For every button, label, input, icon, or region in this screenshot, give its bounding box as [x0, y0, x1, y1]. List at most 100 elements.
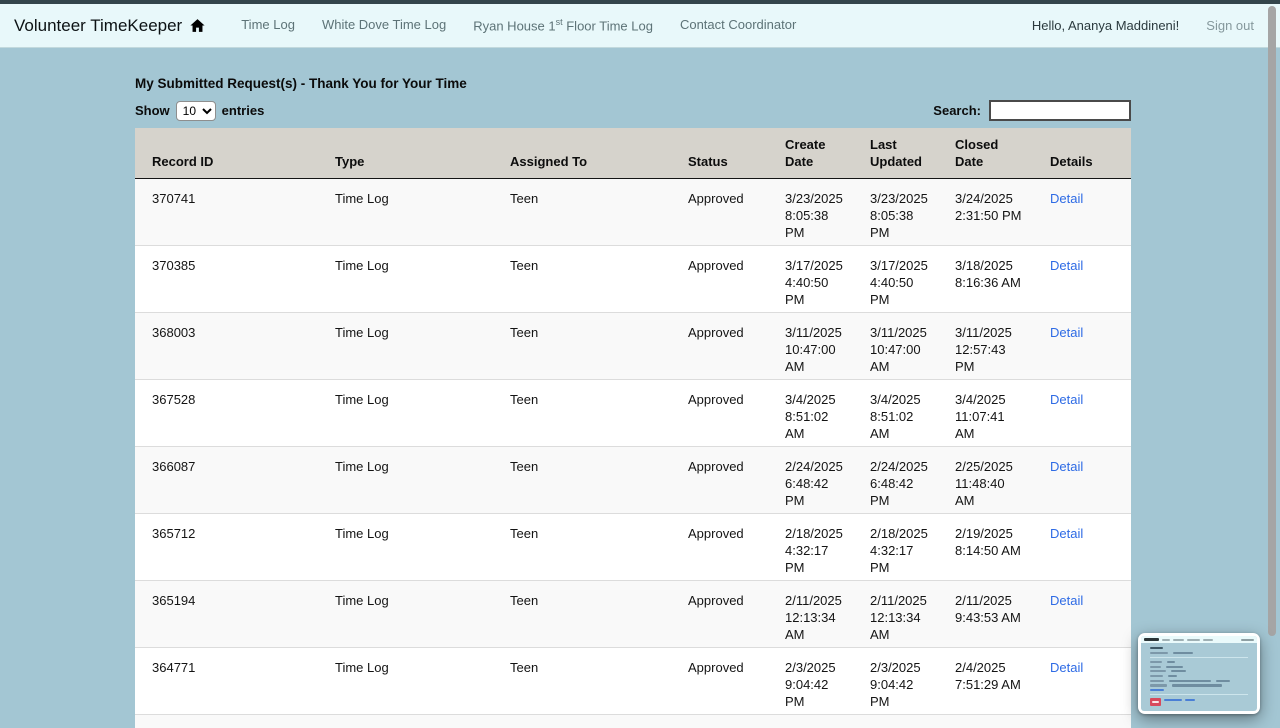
- record-id-cell: 365712: [135, 513, 318, 581]
- record-id-cell: 368003: [135, 312, 318, 380]
- brand-home-link[interactable]: Volunteer TimeKeeper: [14, 16, 206, 36]
- status-cell: Approved: [671, 312, 768, 380]
- type-cell: Time Log: [318, 446, 493, 514]
- status-cell: Approved: [671, 446, 768, 514]
- closed-date-cell: 3/24/2025 2:31:50 PM: [955, 191, 1022, 223]
- detail-link[interactable]: Detail: [1050, 325, 1083, 340]
- last-updated-cell: 2/11/2025 12:13:34 AM: [853, 580, 938, 648]
- assigned-to-cell: Teen: [493, 714, 671, 728]
- mini-pdf-icon: [1150, 698, 1248, 707]
- details-cell: Detail: [1033, 179, 1131, 246]
- last-updated-cell: 2/24/2025 6:48:42 PM: [853, 446, 938, 514]
- status-cell: Approved: [688, 191, 744, 206]
- detail-link[interactable]: Detail: [1050, 526, 1083, 541]
- create-date-cell: 1/26/20257:41:00 PM: [768, 714, 853, 728]
- column-header[interactable]: Record ID: [135, 128, 318, 179]
- column-header[interactable]: Details: [1033, 128, 1131, 179]
- details-cell: Detail: [1033, 580, 1131, 648]
- table-row: 368003 Time Log Teen Approved 3/11/2025 10:47…: [135, 312, 1131, 380]
- create-date-cell: 2/3/2025 9:04:42 PM: [768, 647, 853, 715]
- page-title: My Submitted Request(s) - Thank You for …: [135, 76, 467, 91]
- table-row: 365194 Time Log Teen Approved 2/11/2025 12:13…: [135, 580, 1131, 648]
- record-id-cell: 364771: [135, 647, 318, 715]
- nav-item[interactable]: Contact Coordinator: [680, 17, 796, 33]
- record-id-cell: 367528: [135, 379, 318, 447]
- entries-label: entries: [221, 103, 265, 118]
- detail-link[interactable]: Detail: [1050, 459, 1083, 474]
- table-row: 366087 Time Log Teen Approved 2/24/2025 6:48:…: [135, 446, 1131, 514]
- details-cell: Detail: [1033, 714, 1131, 728]
- record-id-cell: 370741: [152, 191, 196, 206]
- assigned-to-cell: Teen: [510, 191, 539, 206]
- detail-link[interactable]: Detail: [1050, 593, 1083, 608]
- detail-link[interactable]: Detail: [1050, 392, 1083, 407]
- type-cell: Time Log: [318, 379, 493, 447]
- type-cell: Time Log: [318, 312, 493, 380]
- create-date-cell: 2/11/2025 12:13:34 AM: [768, 580, 853, 648]
- status-cell: Approved: [671, 379, 768, 447]
- last-updated-cell: 3/4/2025 8:51:02 AM: [853, 379, 938, 447]
- type-cell: Time Log: [318, 245, 493, 313]
- last-updated-cell: 3/17/2025 4:40:50 PM: [853, 245, 938, 313]
- detail-link[interactable]: Detail: [1050, 191, 1083, 206]
- assigned-to-cell: Teen: [493, 513, 671, 581]
- last-updated-cell: 1/26/20257:41:00 PM: [853, 714, 938, 728]
- create-date-cell: 3/4/2025 8:51:02 AM: [768, 379, 853, 447]
- home-icon: [190, 19, 205, 32]
- assigned-to-cell: Teen: [493, 446, 671, 514]
- nav-item[interactable]: Time Log: [241, 17, 295, 33]
- type-cell: Time Log: [318, 647, 493, 715]
- status-cell: Approved: [671, 245, 768, 313]
- vertical-scrollbar[interactable]: [1268, 6, 1276, 636]
- table-header-row: Record ID Type Assigned To Status Create Date…: [135, 128, 1131, 179]
- last-updated-cell: 2/3/2025 9:04:42 PM: [853, 647, 938, 715]
- screenshot-preview-content: [1141, 636, 1257, 711]
- create-date-cell: 3/11/2025 10:47:00 AM: [768, 312, 853, 380]
- column-header[interactable]: Type: [318, 128, 493, 179]
- column-header[interactable]: Last Updated: [853, 128, 938, 179]
- table-row: 367528 Time Log Teen Approved 3/4/2025 8:51:0…: [135, 379, 1131, 447]
- closed-date-cell: 2/25/2025 11:48:40 AM: [938, 446, 1033, 514]
- sign-out-link[interactable]: Sign out: [1206, 18, 1254, 33]
- type-cell: Time Log: [335, 191, 389, 206]
- screenshot-preview-thumbnail[interactable]: [1138, 633, 1260, 714]
- search-label: Search:: [933, 103, 981, 118]
- details-cell: Detail: [1033, 379, 1131, 447]
- page-size-select[interactable]: 10: [175, 100, 216, 121]
- column-header[interactable]: Closed Date: [938, 128, 1033, 179]
- nav-item[interactable]: White Dove Time Log: [322, 17, 446, 33]
- details-cell: Detail: [1033, 446, 1131, 514]
- table-row: 370741 Time Log Teen Approved 3/23/2025 8:05:…: [135, 178, 1131, 246]
- last-updated-cell: 3/11/2025 10:47:00 AM: [853, 312, 938, 380]
- details-cell: Detail: [1033, 513, 1131, 581]
- detail-link[interactable]: Detail: [1050, 660, 1083, 675]
- assigned-to-cell: Teen: [493, 580, 671, 648]
- search-control: Search:: [933, 100, 1131, 121]
- closed-date-cell: 3/18/2025 8:16:36 AM: [938, 245, 1033, 313]
- column-header[interactable]: Status: [671, 128, 768, 179]
- table-row: 370385 Time Log Teen Approved 3/17/2025 4:40:…: [135, 245, 1131, 313]
- create-date-cell: 3/23/2025 8:05:38 PM: [785, 191, 843, 240]
- search-input[interactable]: [989, 100, 1131, 121]
- create-date-cell: 3/17/2025 4:40:50 PM: [768, 245, 853, 313]
- column-header[interactable]: Assigned To: [493, 128, 671, 179]
- table-row: 365712 Time Log Teen Approved 2/18/2025 4:32:…: [135, 513, 1131, 581]
- status-cell: Approved: [671, 580, 768, 648]
- requests-table: Record ID Type Assigned To Status Create Date…: [135, 128, 1131, 728]
- navbar: Volunteer TimeKeeper Time Log White Dove …: [0, 4, 1280, 48]
- closed-date-cell: 3/4/2025 11:07:41 AM: [938, 379, 1033, 447]
- details-cell: Detail: [1033, 647, 1131, 715]
- nav-item[interactable]: Ryan House 1st Floor Time Log: [473, 17, 653, 33]
- mini-page-body: [1150, 647, 1248, 707]
- type-cell: Time Log: [318, 580, 493, 648]
- column-header[interactable]: Create Date: [768, 128, 853, 179]
- type-cell: Time Log: [318, 513, 493, 581]
- detail-link[interactable]: Detail: [1050, 258, 1083, 273]
- assigned-to-cell: Teen: [493, 647, 671, 715]
- create-date-cell: 2/18/2025 4:32:17 PM: [768, 513, 853, 581]
- details-cell: Detail: [1033, 245, 1131, 313]
- user-greeting: Hello, Ananya Maddineni!: [1031, 18, 1180, 33]
- mini-navbar: [1141, 636, 1257, 643]
- record-id-cell: 370385: [135, 245, 318, 313]
- page-size-control: Show 10 entries: [135, 100, 265, 121]
